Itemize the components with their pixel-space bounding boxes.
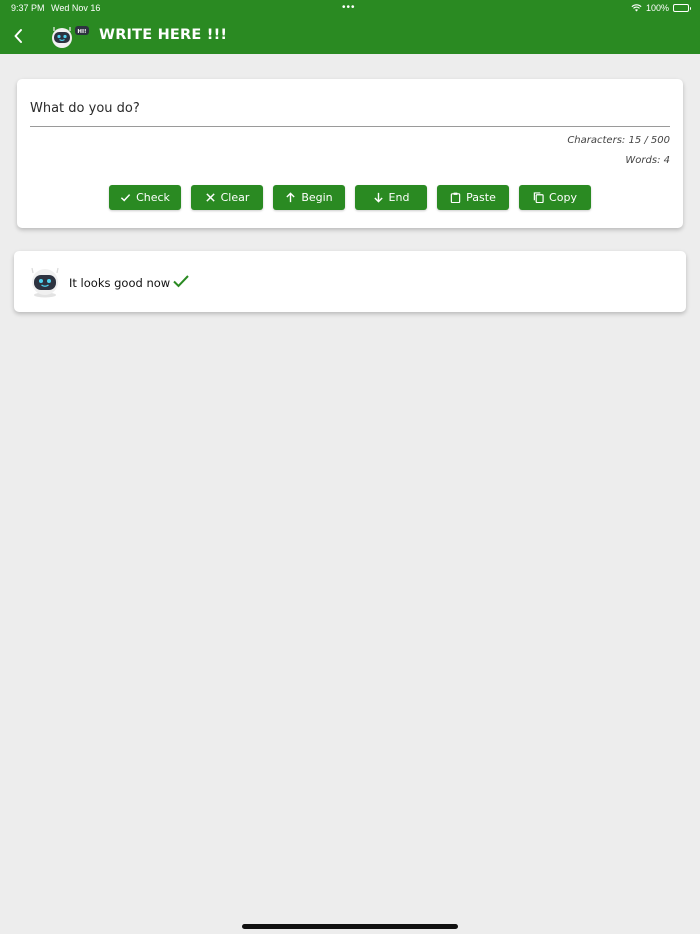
battery-percent: 100%	[645, 3, 669, 13]
robot-logo-icon: HI!	[52, 26, 89, 48]
result-message: It looks good now	[69, 276, 171, 290]
back-button[interactable]	[8, 24, 28, 48]
end-button-label: End	[388, 191, 410, 204]
status-right: 100%	[631, 3, 691, 13]
check-icon	[120, 194, 131, 202]
character-count: Characters: 15 / 500	[567, 135, 670, 146]
logo-badge: HI!	[77, 29, 86, 35]
editor-card: What do you do? Characters: 15 / 500 Wor…	[17, 79, 683, 228]
paste-button[interactable]: Paste	[437, 185, 509, 210]
navbar: HI! WRITE HERE !!!	[0, 18, 700, 54]
status-date: Wed Nov 16	[51, 3, 101, 13]
copy-button[interactable]: Copy	[519, 185, 591, 210]
wifi-icon	[631, 4, 642, 12]
copy-button-label: Copy	[549, 191, 577, 204]
chevron-left-icon	[14, 29, 22, 43]
arrow-down-icon	[373, 192, 383, 203]
app-header: 9:37 PM Wed Nov 16 ••• 100% HI! WRITE HE…	[0, 0, 700, 54]
check-icon	[173, 275, 189, 288]
begin-button-label: Begin	[301, 191, 333, 204]
word-count: Words: 4	[625, 155, 670, 166]
status-bar: 9:37 PM Wed Nov 16 ••• 100%	[0, 0, 700, 16]
input-underline	[30, 126, 670, 127]
text-input[interactable]: What do you do?	[30, 101, 140, 116]
copy-icon	[533, 192, 544, 203]
multitasking-dots[interactable]: •••	[342, 2, 356, 13]
begin-button[interactable]: Begin	[273, 185, 345, 210]
check-button-label: Check	[136, 191, 170, 204]
result-card: It looks good now	[14, 251, 686, 312]
robot-avatar-icon	[31, 267, 59, 298]
status-time: 9:37 PM	[11, 3, 45, 13]
clear-button-label: Clear	[220, 191, 250, 204]
clear-button[interactable]: Clear	[191, 185, 263, 210]
end-button[interactable]: End	[355, 185, 427, 210]
paste-button-label: Paste	[466, 191, 496, 204]
battery-icon	[673, 4, 691, 12]
action-buttons: Check Clear Begin End Paste Copy	[109, 185, 591, 210]
arrow-up-icon	[286, 192, 295, 203]
clipboard-icon	[450, 192, 461, 203]
home-indicator[interactable]	[242, 924, 458, 929]
check-button[interactable]: Check	[109, 185, 181, 210]
close-icon	[205, 193, 215, 202]
page-title: WRITE HERE !!!	[99, 27, 228, 43]
